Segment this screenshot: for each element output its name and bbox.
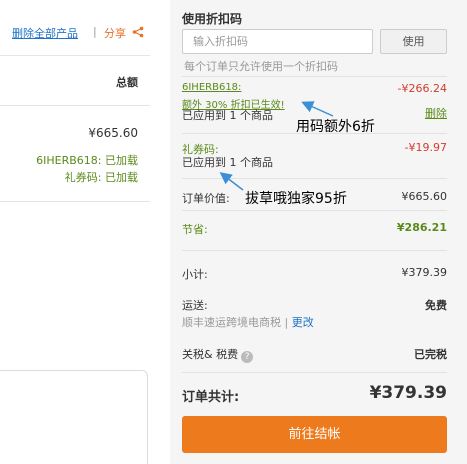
toolbar-separator: |	[93, 25, 97, 38]
tax-row: 关税& 税费?	[182, 346, 254, 363]
shipping-method-text: 顺丰速运跨境电商税	[182, 316, 281, 329]
item-code-status: 6IHERB618: 已加载	[36, 154, 138, 167]
order-total-label: 订单共计:	[182, 390, 240, 405]
savings-value: ¥286.21	[396, 221, 447, 234]
order-value: ¥665.60	[401, 190, 448, 203]
order-summary-panel: 使用折扣码 使用 每个订单只允许使用一个折扣码 6IHERB618: -¥266…	[170, 0, 467, 464]
promo-note: 每个订单只允许使用一个折扣码	[184, 60, 338, 73]
divider	[182, 210, 447, 211]
subtotal-label: 小计:	[182, 268, 208, 281]
cart-toolbar: 删除全部产品 | 分享	[0, 0, 150, 56]
divider	[182, 372, 447, 373]
shipping-separator: |	[281, 316, 292, 329]
tax-label: 关税& 税费	[182, 348, 239, 361]
promo-title: 使用折扣码	[182, 12, 243, 26]
gift-code-amount: -¥19.97	[404, 141, 447, 154]
shipping-label: 运送:	[182, 299, 208, 312]
remove-code-link[interactable]: 删除	[425, 105, 447, 121]
tax-value: 已完税	[414, 348, 447, 361]
divider	[182, 76, 447, 77]
share-icon[interactable]	[132, 26, 144, 38]
share-link[interactable]: 分享	[104, 25, 126, 41]
applied-code-amount: -¥266.24	[397, 82, 447, 95]
promo-code-input[interactable]	[182, 29, 373, 54]
remove-all-link[interactable]: 删除全部产品	[12, 25, 78, 41]
order-total-value: ¥379.39	[369, 383, 447, 403]
shipping-value: 免费	[425, 299, 447, 312]
checkout-button[interactable]: 前往结帐	[182, 416, 447, 453]
annotation-note-1: 用码额外6折	[296, 119, 375, 135]
lower-left-panel	[0, 370, 148, 464]
item-gift-status: 礼券码: 已加载	[64, 171, 138, 184]
change-shipping-link[interactable]: 更改	[292, 316, 314, 329]
cart-panel: 删除全部产品 | 分享 总额 ¥665.60 6IHERB618: 已加载 礼券…	[0, 0, 160, 464]
gift-code-scope: 已应用到 1 个商品	[182, 156, 273, 169]
item-price: ¥665.60	[88, 126, 138, 140]
order-value-label: 订单价值:	[182, 192, 230, 205]
apply-code-button[interactable]: 使用	[380, 29, 447, 54]
help-icon[interactable]: ?	[241, 351, 254, 363]
subtotal-value: ¥379.39	[401, 266, 448, 279]
divider	[182, 250, 447, 251]
applied-code: 6IHERB618:	[182, 82, 242, 93]
cart-item-total: ¥665.60 6IHERB618: 已加载 礼券码: 已加载	[0, 106, 150, 202]
savings-label: 节省:	[182, 223, 208, 236]
total-label: 总额	[116, 76, 138, 89]
annotation-note-2: 拔草哦独家95折	[245, 191, 347, 207]
divider	[182, 178, 447, 179]
total-column-header: 总额	[0, 56, 150, 106]
shipping-method: 顺丰速运跨境电商税 | 更改	[182, 314, 314, 330]
applied-code-scope: 已应用到 1 个商品	[182, 109, 273, 122]
